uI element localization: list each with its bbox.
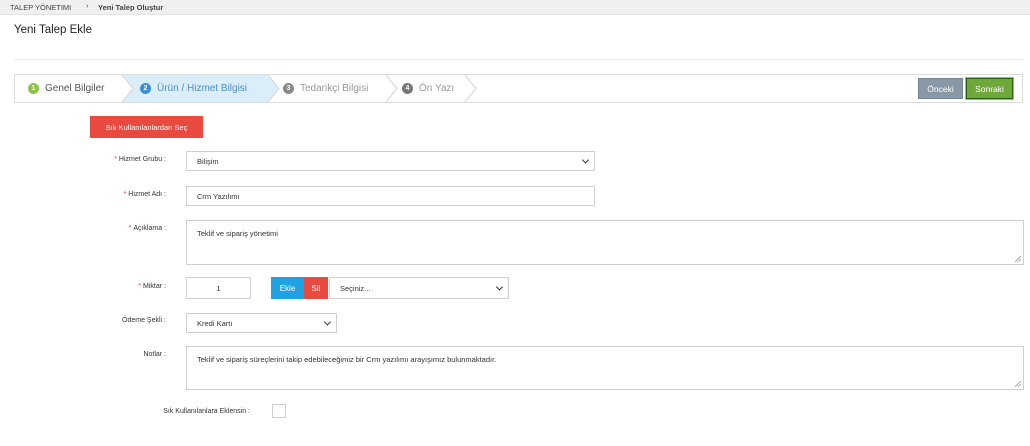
chevron-down-icon	[323, 318, 332, 326]
required-mark: *	[114, 156, 117, 163]
notes-textarea[interactable]: Teklif ve sipariş süreçlerini takip edeb…	[186, 346, 1024, 390]
previous-button[interactable]: Önceki	[918, 78, 963, 99]
description-value: Teklif ve sipariş yönetimi	[197, 229, 278, 238]
title-divider	[14, 59, 1024, 60]
step-number-badge: 4	[402, 83, 413, 94]
wizard-step-supplier[interactable]: 3 Tedarikçi Bilgisi	[283, 75, 368, 102]
service-group-label: * Hizmet Grubu :	[114, 156, 166, 163]
notes-value: Teklif ve sipariş süreçlerini takip edeb…	[197, 355, 497, 364]
description-textarea[interactable]: Teklif ve sipariş yönetimi	[186, 220, 1024, 265]
payment-method-value: Kredi Kartı	[197, 318, 233, 328]
step-number-badge: 1	[28, 83, 39, 94]
description-label: * Açıklama :	[128, 225, 166, 232]
breadcrumb-current: Yeni Talep Oluştur	[98, 3, 164, 12]
wizard-step-product[interactable]: 2 Ürün / Hizmet Bilgisi	[140, 75, 247, 102]
required-mark: *	[138, 283, 142, 290]
service-name-value: Crm Yazılımı	[197, 191, 240, 201]
quantity-value: 1	[216, 283, 221, 293]
required-mark: *	[128, 225, 132, 232]
service-group-select[interactable]: Bilişim	[186, 151, 595, 171]
breadcrumb: TALEP YÖNETIMI › Yeni Talep Oluştur	[0, 0, 1030, 15]
step-number-badge: 3	[283, 83, 294, 94]
breadcrumb-root[interactable]: TALEP YÖNETIMI	[10, 3, 71, 12]
quantity-label: * Miktar :	[138, 283, 166, 290]
notes-label: Notlar :	[143, 351, 166, 358]
step-number-badge: 2	[140, 83, 151, 94]
next-button[interactable]: Sonraki	[965, 77, 1014, 100]
payment-method-select[interactable]: Kredi Kartı	[186, 313, 337, 333]
breadcrumb-separator-icon: ›	[86, 1, 89, 10]
add-to-favorites-label: Sık Kullanılanlara Eklensin :	[163, 408, 250, 415]
payment-method-label: Ödeme Şekli :	[122, 317, 166, 324]
page-title: Yeni Talep Ekle	[14, 24, 93, 36]
step-label: Genel Bilgiler	[45, 83, 105, 94]
required-mark: *	[123, 191, 127, 198]
wizard-step-general[interactable]: 1 Genel Bilgiler	[28, 75, 104, 102]
delete-unit-button[interactable]: Sil	[304, 277, 328, 299]
wizard-step-cover-letter[interactable]: 4 Ön Yazı	[402, 75, 454, 102]
unit-select-value: Seçiniz...	[340, 283, 371, 293]
chevron-down-icon	[581, 156, 590, 164]
resize-handle-icon[interactable]	[1015, 256, 1021, 262]
step-label: Tedarikçi Bilgisi	[300, 83, 369, 94]
service-name-input[interactable]: Crm Yazılımı	[186, 186, 595, 206]
wizard-steps: 1 Genel Bilgiler 2 Ürün / Hizmet Bilgisi…	[14, 74, 1023, 103]
select-from-favorites-button[interactable]: Sık Kullanılanlardan Seç	[90, 116, 203, 138]
add-unit-button[interactable]: Ekle	[271, 277, 304, 299]
unit-select[interactable]: Seçiniz...	[329, 277, 509, 299]
step-label: Ön Yazı	[419, 83, 455, 94]
service-name-label: * Hizmet Adı :	[123, 191, 166, 198]
service-group-value: Bilişim	[197, 156, 219, 166]
step-label: Ürün / Hizmet Bilgisi	[157, 83, 248, 94]
resize-handle-icon[interactable]	[1015, 381, 1021, 387]
add-to-favorites-checkbox[interactable]	[272, 404, 286, 418]
quantity-input[interactable]: 1	[186, 277, 251, 299]
chevron-down-icon	[495, 283, 504, 291]
